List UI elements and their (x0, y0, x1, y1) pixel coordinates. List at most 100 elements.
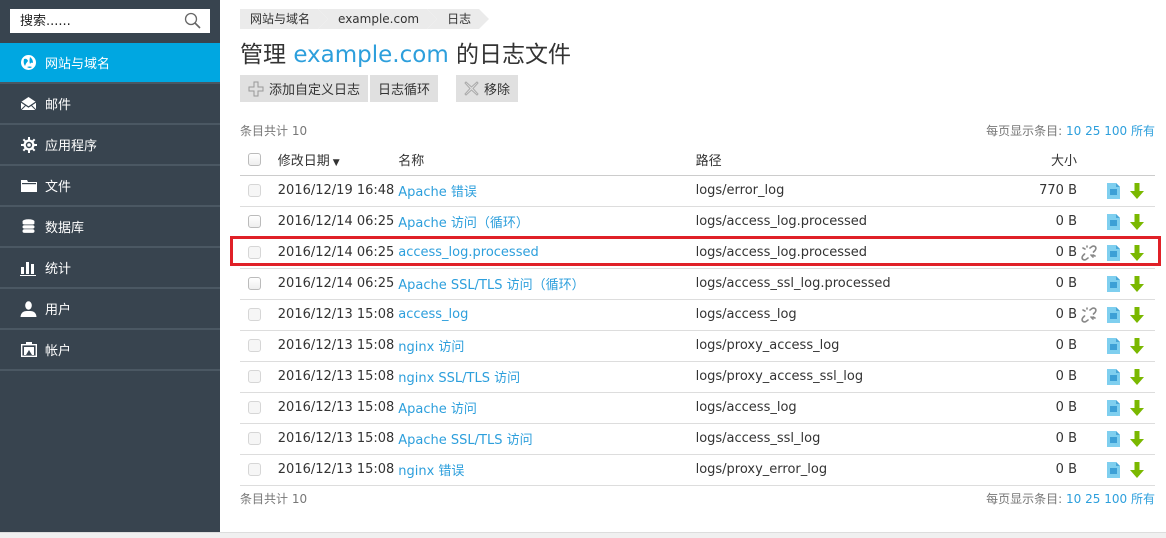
row-checkbox[interactable] (248, 463, 261, 476)
view-file-icon[interactable] (1105, 244, 1121, 261)
view-file-icon[interactable] (1105, 430, 1121, 447)
download-icon[interactable] (1129, 399, 1145, 416)
sidebar-item-statistics[interactable]: 统计 (0, 248, 220, 289)
row-size: 0 B (974, 423, 1081, 455)
row-name-link[interactable]: Apache SSL/TLS 访问 (398, 433, 532, 448)
page-size-all[interactable]: 所有 (1131, 492, 1155, 506)
breadcrumb-logs[interactable]: 日志 (427, 9, 490, 29)
row-path: logs/access_log.processed (695, 206, 975, 238)
sidebar-item-websites[interactable]: 网站与域名 (0, 43, 220, 84)
download-icon[interactable] (1129, 306, 1145, 323)
table-row: 2016/12/14 06:25 access_log.processed logs… (240, 237, 1155, 269)
page-size-10[interactable]: 10 (1066, 124, 1081, 138)
page-size-all[interactable]: 所有 (1131, 124, 1155, 138)
add-custom-log-label: 添加自定义日志 (269, 83, 361, 98)
row-name-link[interactable]: Apache 访问 (398, 402, 477, 417)
broken-link-icon[interactable] (1081, 306, 1097, 323)
view-file-icon[interactable] (1105, 368, 1121, 385)
logs-table: 修改日期 ▼ 名称 路径 大小 2016/12/19 16:48 Apache 错误… (240, 145, 1155, 486)
row-checkbox[interactable] (248, 339, 261, 352)
row-name-link[interactable]: Apache SSL/TLS 访问（循环） (398, 278, 584, 293)
row-path: logs/proxy_error_log (695, 454, 975, 486)
row-date: 2016/12/14 06:25 (277, 237, 399, 269)
page-size-25[interactable]: 25 (1085, 124, 1100, 138)
page-size-100[interactable]: 100 (1104, 492, 1127, 506)
row-checkbox[interactable] (248, 246, 261, 259)
row-name-link[interactable]: Apache 错误 (398, 185, 477, 200)
download-icon[interactable] (1129, 430, 1145, 447)
row-date: 2016/12/13 15:08 (277, 361, 399, 393)
account-icon (20, 341, 37, 358)
row-date: 2016/12/13 15:08 (277, 392, 399, 424)
page-size-10[interactable]: 10 (1066, 492, 1081, 506)
breadcrumb-websites[interactable]: 网站与域名 (240, 9, 329, 29)
header-size[interactable]: 大小 (974, 145, 1081, 176)
row-date: 2016/12/19 16:48 (277, 175, 399, 207)
header-name[interactable]: 名称 (398, 145, 696, 176)
row-path: logs/proxy_access_ssl_log (695, 361, 975, 393)
sidebar-item-mail[interactable]: 邮件 (0, 84, 220, 125)
row-name-link[interactable]: nginx SSL/TLS 访问 (398, 371, 520, 386)
broken-link-icon[interactable] (1081, 244, 1097, 261)
download-icon[interactable] (1129, 461, 1145, 478)
row-checkbox[interactable] (248, 184, 261, 197)
sidebar-item-databases[interactable]: 数据库 (0, 207, 220, 248)
view-file-icon[interactable] (1105, 182, 1121, 199)
add-custom-log-button[interactable]: 添加自定义日志 (240, 75, 369, 102)
download-icon[interactable] (1129, 275, 1145, 292)
download-icon[interactable] (1129, 182, 1145, 199)
total-items-label: 条目共计 (240, 492, 289, 506)
sidebar-item-label: 用户 (45, 303, 72, 318)
row-name-link[interactable]: nginx 错误 (398, 464, 464, 479)
log-rotation-label: 日志循环 (378, 83, 431, 98)
table-row: 2016/12/13 15:08 Apache SSL/TLS 访问 logs/ac… (240, 423, 1155, 455)
page-title-domain: example.com (293, 42, 449, 68)
view-file-icon[interactable] (1105, 337, 1121, 354)
sidebar-item-label: 统计 (45, 262, 72, 277)
sidebar-item-files[interactable]: 文件 (0, 166, 220, 207)
row-checkbox[interactable] (248, 401, 261, 414)
breadcrumb-domain[interactable]: example.com (318, 9, 438, 29)
view-file-icon[interactable] (1105, 306, 1121, 323)
bar-chart-icon (20, 259, 37, 276)
table-row: 2016/12/13 15:08 Apache 访问 logs/access_log… (240, 392, 1155, 424)
download-icon[interactable] (1129, 213, 1145, 230)
row-date: 2016/12/14 06:25 (277, 206, 399, 238)
download-icon[interactable] (1129, 337, 1145, 354)
row-name-link[interactable]: access_log.processed (398, 245, 538, 260)
sidebar-item-applications[interactable]: 应用程序 (0, 125, 220, 166)
row-size: 0 B (974, 237, 1081, 269)
row-name-link[interactable]: Apache 访问（循环） (398, 216, 529, 231)
row-checkbox[interactable] (248, 432, 261, 445)
page-size-25[interactable]: 25 (1085, 492, 1100, 506)
page-size-label: 每页显示条目: (986, 124, 1063, 138)
sidebar-item-users[interactable]: 用户 (0, 289, 220, 330)
row-name-link[interactable]: access_log (398, 307, 468, 322)
row-name-link[interactable]: nginx 访问 (398, 340, 464, 355)
row-checkbox[interactable] (248, 308, 261, 321)
breadcrumb: 网站与域名 example.com 日志 (240, 9, 490, 29)
view-file-icon[interactable] (1105, 213, 1121, 230)
download-icon[interactable] (1129, 244, 1145, 261)
sidebar-item-account[interactable]: 帐户 (0, 330, 220, 371)
row-checkbox[interactable] (248, 215, 261, 228)
row-checkbox[interactable] (248, 277, 261, 290)
sidebar: 网站与域名 邮件 应用程序 文件 数据库 统计 用户 帐户 (0, 0, 220, 532)
row-checkbox[interactable] (248, 370, 261, 383)
download-icon[interactable] (1129, 368, 1145, 385)
view-file-icon[interactable] (1105, 275, 1121, 292)
row-size: 0 B (974, 206, 1081, 238)
view-file-icon[interactable] (1105, 461, 1121, 478)
table-row: 2016/12/14 06:25 Apache 访问（循环） logs/access… (240, 206, 1155, 238)
page-size-100[interactable]: 100 (1104, 124, 1127, 138)
log-rotation-button[interactable]: 日志循环 (370, 75, 439, 102)
header-date[interactable]: 修改日期 ▼ (277, 145, 399, 176)
search-icon[interactable] (184, 12, 202, 30)
view-file-icon[interactable] (1105, 399, 1121, 416)
remove-button[interactable]: 移除 (456, 75, 519, 102)
sidebar-item-label: 数据库 (45, 221, 85, 236)
header-path[interactable]: 路径 (695, 145, 975, 176)
remove-x-icon (464, 81, 479, 96)
select-all-checkbox[interactable] (248, 153, 261, 167)
search-input[interactable] (10, 9, 180, 33)
